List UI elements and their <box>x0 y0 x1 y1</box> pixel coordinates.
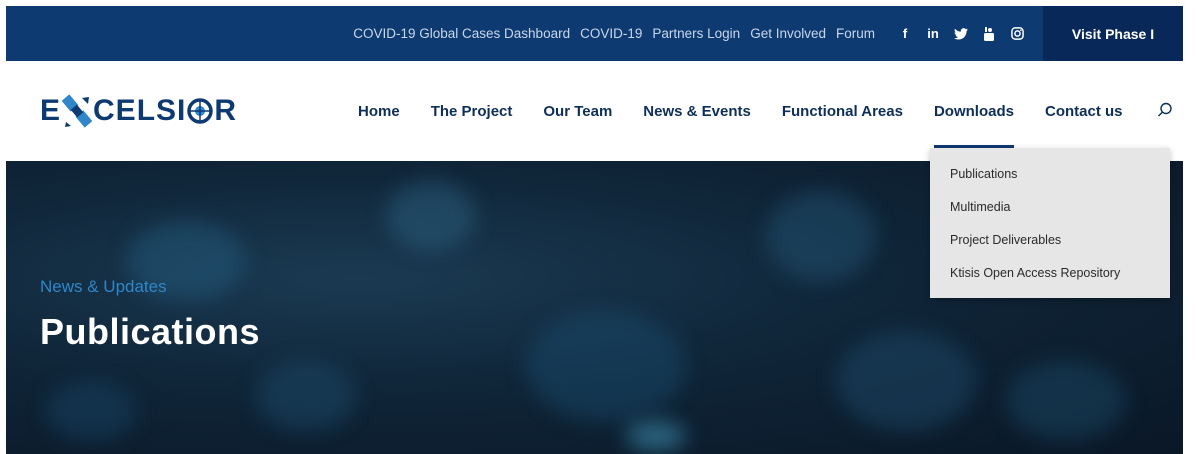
top-link-partners-login[interactable]: Partners Login <box>652 26 740 41</box>
hero-bokeh <box>766 191 876 281</box>
globe-o-icon <box>187 98 214 124</box>
hero-bokeh <box>836 331 976 431</box>
linkedin-icon[interactable]: in <box>919 24 947 44</box>
search-icon[interactable] <box>1156 101 1174 119</box>
dropdown-item-ktisis-repository[interactable]: Ktisis Open Access Repository <box>930 261 1170 294</box>
nav-news-events[interactable]: News & Events <box>643 61 751 161</box>
facebook-icon[interactable]: f <box>891 24 919 44</box>
nav-downloads[interactable]: Downloads <box>933 61 1014 161</box>
logo-letter-r: R <box>214 94 238 127</box>
excelsior-logo[interactable]: E CELSI R <box>40 91 237 131</box>
dropdown-item-publications[interactable]: Publications <box>930 162 1170 195</box>
downloads-dropdown: Publications Multimedia Project Delivera… <box>930 148 1170 298</box>
frame-border-left <box>0 0 6 454</box>
main-header: E CELSI R Home The Project Our Team News… <box>6 61 1183 161</box>
page: COVID-19 Global Cases Dashboard COVID-19… <box>0 0 1196 454</box>
top-bar: COVID-19 Global Cases Dashboard COVID-19… <box>6 6 1183 61</box>
nav-our-team[interactable]: Our Team <box>543 61 612 161</box>
twitter-icon[interactable] <box>947 24 975 44</box>
hero-bokeh <box>626 421 686 451</box>
hero-bokeh <box>386 181 476 251</box>
visit-phase-button[interactable]: Visit Phase I <box>1043 6 1183 61</box>
main-nav: Home The Project Our Team News & Events … <box>358 61 1154 161</box>
logo-letters-celsi: CELSI <box>93 94 187 127</box>
top-links: COVID-19 Global Cases Dashboard COVID-19… <box>353 6 1031 61</box>
nav-home[interactable]: Home <box>358 61 400 161</box>
dropdown-item-multimedia[interactable]: Multimedia <box>930 195 1170 228</box>
frame-border-right <box>1183 0 1196 454</box>
top-link-covid-dashboard[interactable]: COVID-19 Global Cases Dashboard <box>353 26 570 41</box>
social-icons: f in <box>891 24 1031 44</box>
hero-bokeh <box>526 311 686 421</box>
dropdown-item-project-deliverables[interactable]: Project Deliverables <box>930 228 1170 261</box>
page-title: Publications <box>40 311 261 352</box>
satellite-x-icon <box>61 94 93 128</box>
nav-contact-us[interactable]: Contact us <box>1045 61 1123 161</box>
nav-functional-areas[interactable]: Functional Areas <box>782 61 903 161</box>
hero-bokeh <box>1006 361 1126 441</box>
frame-border-top <box>0 0 1196 6</box>
hero-subtitle: News & Updates <box>40 277 167 296</box>
hero-bokeh <box>46 381 136 441</box>
logo-letter-e: E <box>40 94 62 127</box>
hero-bokeh <box>256 361 356 431</box>
instagram-icon[interactable] <box>1003 24 1031 44</box>
top-link-get-involved[interactable]: Get Involved <box>750 26 826 41</box>
top-link-forum[interactable]: Forum <box>836 26 875 41</box>
top-link-covid[interactable]: COVID-19 <box>580 26 642 41</box>
nav-the-project[interactable]: The Project <box>431 61 513 161</box>
youtube-icon[interactable] <box>975 24 1003 44</box>
